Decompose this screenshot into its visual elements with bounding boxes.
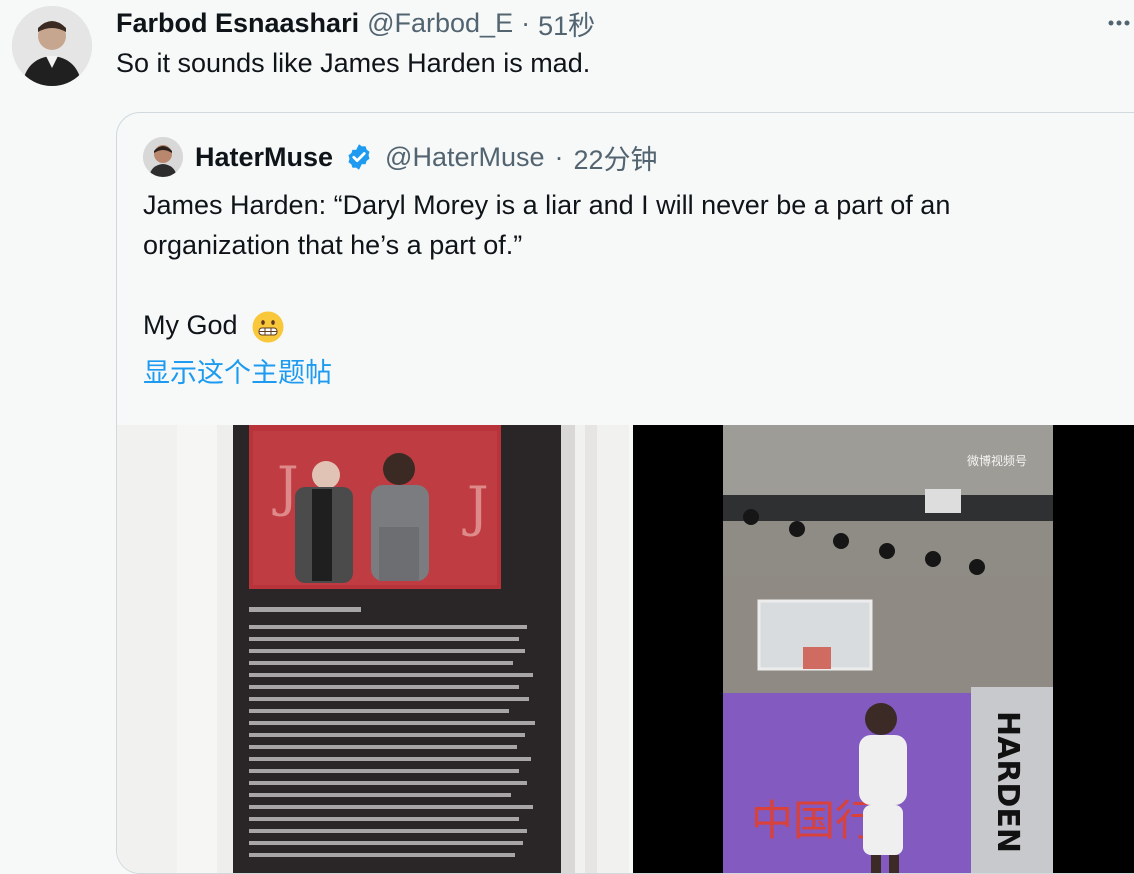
separator-dot: ·: [521, 7, 531, 38]
quote-header: HaterMuse @HaterMuse · 22分钟: [143, 137, 658, 177]
quote-line-1: James Harden: “Daryl Morey is a liar and…: [143, 190, 951, 220]
svg-text:中国行: 中国行: [751, 796, 877, 845]
quote-time[interactable]: 22分钟: [574, 138, 658, 177]
harden-signage: HARDEN: [990, 711, 1025, 853]
quote-line-3: My God: [143, 310, 238, 340]
author-handle[interactable]: @Farbod_E: [367, 8, 513, 39]
tweet-header: Farbod Esnaashari @Farbod_E · 51秒: [116, 4, 595, 42]
quote-tweet-card[interactable]: HaterMuse @HaterMuse · 22分钟 James Harden…: [116, 112, 1134, 874]
quote-line-2: organization that he’s a part of.”: [143, 230, 523, 260]
tweet-time[interactable]: 51秒: [538, 4, 595, 43]
tweet-text: So it sounds like James Harden is mad.: [116, 48, 591, 78]
quote-media: J J 中国行 HARDEN 微博视频号: [117, 425, 1134, 873]
quote-author-name[interactable]: HaterMuse: [195, 142, 333, 173]
quote-separator-dot: ·: [554, 141, 564, 172]
verified-badge-icon: [343, 141, 375, 173]
video-watermark: 微博视频号: [967, 453, 1027, 468]
quote-blank-line: [143, 265, 1103, 305]
newspaper-image[interactable]: J J: [117, 425, 629, 873]
quote-text: James Harden: “Daryl Morey is a liar and…: [143, 185, 1103, 345]
quote-author-handle[interactable]: @HaterMuse: [385, 142, 544, 173]
show-thread-link[interactable]: 显示这个主题帖: [143, 351, 332, 390]
more-icon[interactable]: [1104, 8, 1134, 38]
quote-author-avatar[interactable]: [143, 137, 183, 177]
grimacing-face-emoji-icon: [251, 310, 285, 344]
video-player[interactable]: 中国行 HARDEN 微博视频号: [633, 425, 1134, 873]
quote-line-3-container: My God: [143, 305, 1103, 345]
author-avatar[interactable]: [12, 6, 92, 86]
author-name[interactable]: Farbod Esnaashari: [116, 8, 359, 39]
